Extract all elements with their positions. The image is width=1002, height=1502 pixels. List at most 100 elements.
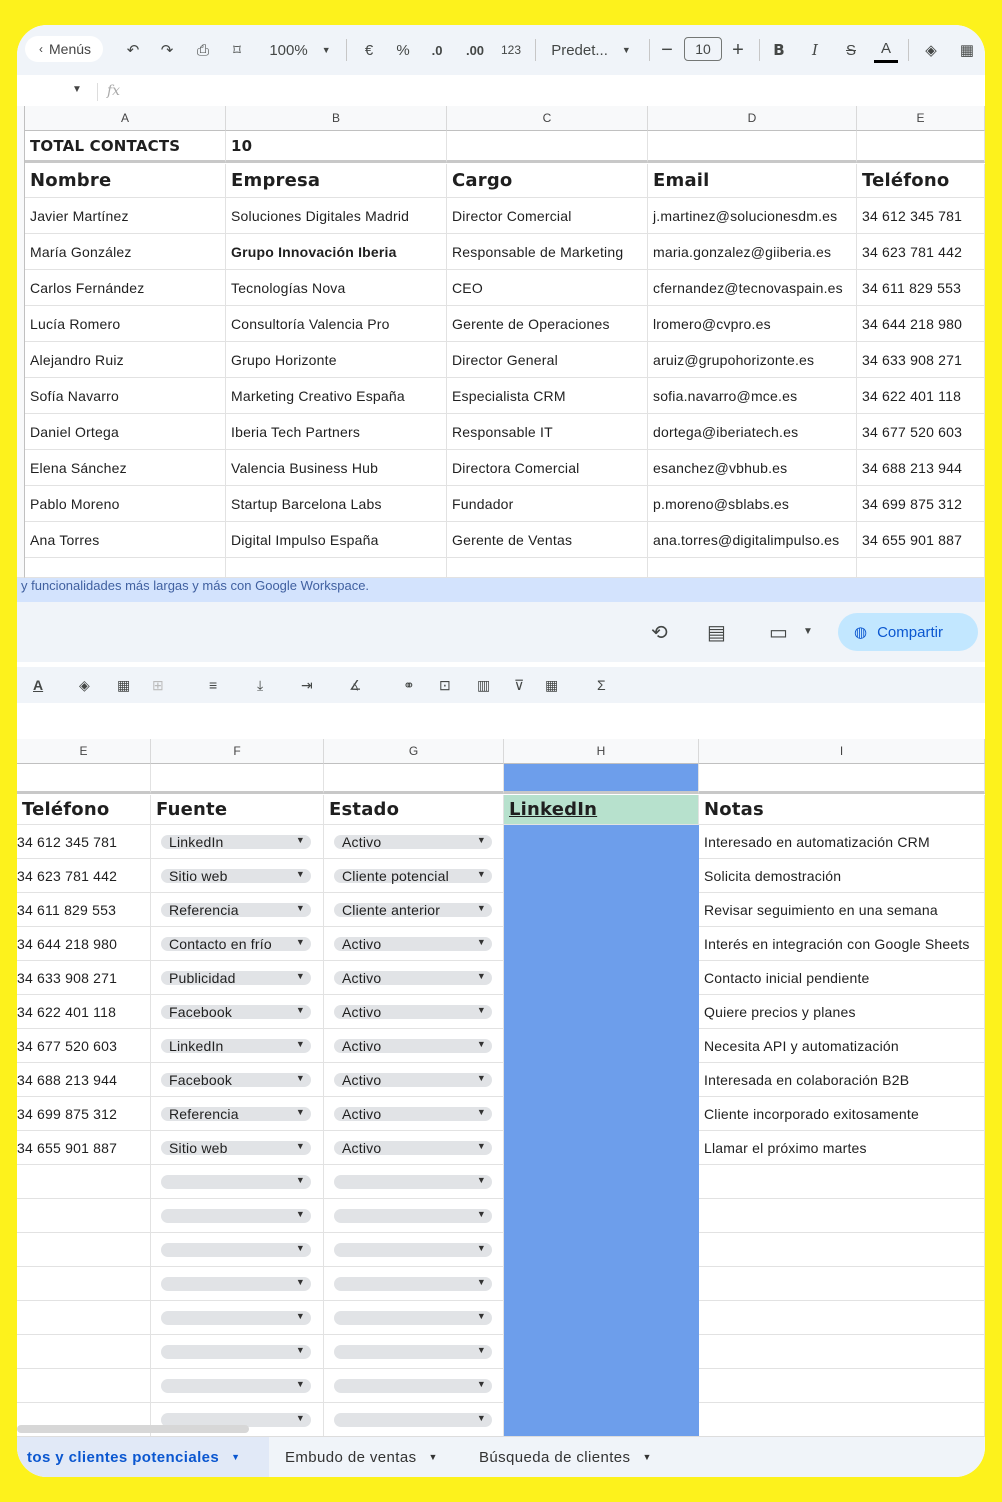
source-dropdown[interactable]: Sitio web ▼ (161, 868, 311, 884)
notes-cell[interactable]: Cliente incorporado exitosamente (699, 1097, 985, 1131)
linkedin-cell[interactable] (504, 1097, 699, 1131)
table-cell[interactable]: Soluciones Digitales Madrid (226, 198, 447, 234)
linkedin-cell[interactable] (504, 1029, 699, 1063)
text-wrap-icon[interactable]: ⇥ (301, 675, 313, 695)
linkedin-cell[interactable] (504, 1267, 699, 1301)
table-cell[interactable]: 34 655 901 887 (857, 522, 985, 558)
notes-cell[interactable] (699, 1199, 985, 1233)
cell[interactable] (857, 131, 985, 163)
linkedin-cell[interactable] (504, 825, 699, 859)
notes-cell[interactable]: Contacto inicial pendiente (699, 961, 985, 995)
column-header[interactable]: G (324, 739, 504, 764)
table-cell[interactable]: 34 623 781 442 (857, 234, 985, 270)
table-cell[interactable]: María González (25, 234, 226, 270)
table-cell[interactable]: dortega@iberiatech.es (648, 414, 857, 450)
functions-icon[interactable]: Σ (597, 675, 606, 695)
horizontal-scrollbar[interactable] (17, 1425, 249, 1433)
phone-cell[interactable]: 34 633 908 271 (17, 961, 151, 995)
status-cell[interactable]: Activo ▼ (324, 1029, 504, 1063)
table-cell[interactable]: Fundador (447, 486, 648, 522)
table-cell[interactable]: Valencia Business Hub (226, 450, 447, 486)
source-dropdown[interactable]: ▼ (161, 1174, 311, 1189)
table-cell[interactable]: lromero@cvpro.es (648, 306, 857, 342)
column-title[interactable]: LinkedIn (504, 795, 699, 825)
linkedin-cell[interactable] (504, 1165, 699, 1199)
notes-cell[interactable] (699, 1267, 985, 1301)
source-cell[interactable]: LinkedIn ▼ (151, 825, 324, 859)
print-icon[interactable]: ⎙ (191, 37, 215, 63)
status-dropdown[interactable]: Activo ▼ (334, 1004, 492, 1020)
status-cell[interactable]: ▼ (324, 1369, 504, 1403)
table-cell[interactable] (17, 764, 151, 794)
source-cell[interactable]: Facebook ▼ (151, 1063, 324, 1097)
table-cell[interactable]: maria.gonzalez@giiberia.es (648, 234, 857, 270)
table-cell[interactable] (25, 558, 226, 578)
source-dropdown[interactable]: LinkedIn ▼ (161, 834, 311, 850)
column-title[interactable]: Empresa (226, 164, 447, 198)
borders-icon[interactable]: ▦ (955, 37, 979, 63)
column-title[interactable]: Nombre (25, 164, 226, 198)
source-cell[interactable]: Referencia ▼ (151, 893, 324, 927)
table-cell[interactable]: Javier Martínez (25, 198, 226, 234)
bold-button[interactable]: B (767, 37, 791, 63)
status-dropdown[interactable]: ▼ (334, 1276, 492, 1291)
status-cell[interactable]: ▼ (324, 1165, 504, 1199)
source-dropdown[interactable]: Referencia ▼ (161, 902, 311, 918)
table-cell[interactable]: Pablo Moreno (25, 486, 226, 522)
linkedin-cell[interactable] (504, 927, 699, 961)
table-cell[interactable]: Grupo Innovación Iberia (226, 234, 447, 270)
notes-cell[interactable]: Quiere precios y planes (699, 995, 985, 1029)
source-cell[interactable]: ▼ (151, 1369, 324, 1403)
source-cell[interactable]: Sitio web ▼ (151, 1131, 324, 1165)
filter-icon[interactable]: ⊽ (514, 675, 524, 695)
source-dropdown[interactable]: Facebook ▼ (161, 1004, 311, 1020)
status-dropdown[interactable]: ▼ (334, 1412, 492, 1427)
table-cell[interactable]: 34 612 345 781 (857, 198, 985, 234)
status-cell[interactable]: Activo ▼ (324, 1097, 504, 1131)
linkedin-cell[interactable] (504, 1301, 699, 1335)
linkedin-cell[interactable] (504, 1199, 699, 1233)
linkedin-cell[interactable] (504, 995, 699, 1029)
status-cell[interactable]: Activo ▼ (324, 961, 504, 995)
font-select[interactable]: Predet... ▼ (545, 37, 637, 63)
table-cell[interactable] (504, 764, 699, 794)
phone-cell[interactable] (17, 1165, 151, 1199)
table-cell[interactable]: Daniel Ortega (25, 414, 226, 450)
table-cell[interactable]: Grupo Horizonte (226, 342, 447, 378)
column-header[interactable]: B (226, 106, 447, 131)
linkedin-cell[interactable] (504, 859, 699, 893)
source-dropdown[interactable]: ▼ (161, 1344, 311, 1359)
undo-icon[interactable]: ↶ (121, 37, 145, 63)
notes-cell[interactable] (699, 1403, 985, 1437)
column-header[interactable]: C (447, 106, 648, 131)
phone-cell[interactable]: 34 623 781 442 (17, 859, 151, 893)
status-cell[interactable]: ▼ (324, 1267, 504, 1301)
font-size-input[interactable]: 10 (684, 37, 722, 61)
phone-cell[interactable]: 34 611 829 553 (17, 893, 151, 927)
source-dropdown[interactable]: Publicidad ▼ (161, 970, 311, 986)
table-cell[interactable] (857, 558, 985, 578)
source-dropdown[interactable]: ▼ (161, 1378, 311, 1393)
table-cell[interactable]: Digital Impulso España (226, 522, 447, 558)
status-dropdown[interactable]: ▼ (334, 1344, 492, 1359)
history-icon[interactable]: ⟲ (651, 620, 668, 645)
table-cell[interactable]: 34 699 875 312 (857, 486, 985, 522)
increase-size-icon[interactable]: + (728, 37, 748, 63)
table-cell[interactable]: Tecnologías Nova (226, 270, 447, 306)
phone-cell[interactable]: 34 622 401 118 (17, 995, 151, 1029)
table-cell[interactable]: aruiz@grupohorizonte.es (648, 342, 857, 378)
share-button[interactable]: ◍ Compartir (838, 613, 978, 651)
phone-cell[interactable]: 34 677 520 603 (17, 1029, 151, 1063)
paint-format-icon[interactable]: ⌑ (225, 37, 249, 63)
comments-icon[interactable]: ▤ (707, 620, 726, 645)
linkedin-cell[interactable] (504, 1403, 699, 1437)
source-cell[interactable]: LinkedIn ▼ (151, 1029, 324, 1063)
notes-cell[interactable]: Interesada en colaboración B2B (699, 1063, 985, 1097)
column-header[interactable]: F (151, 739, 324, 764)
phone-cell[interactable] (17, 1233, 151, 1267)
status-cell[interactable]: ▼ (324, 1301, 504, 1335)
chevron-down-icon[interactable]: ▼ (72, 84, 82, 95)
tab-sales-funnel[interactable]: Embudo de ventas ▼ (285, 1437, 465, 1477)
table-cell[interactable]: Consultoría Valencia Pro (226, 306, 447, 342)
column-title[interactable]: Cargo (447, 164, 648, 198)
